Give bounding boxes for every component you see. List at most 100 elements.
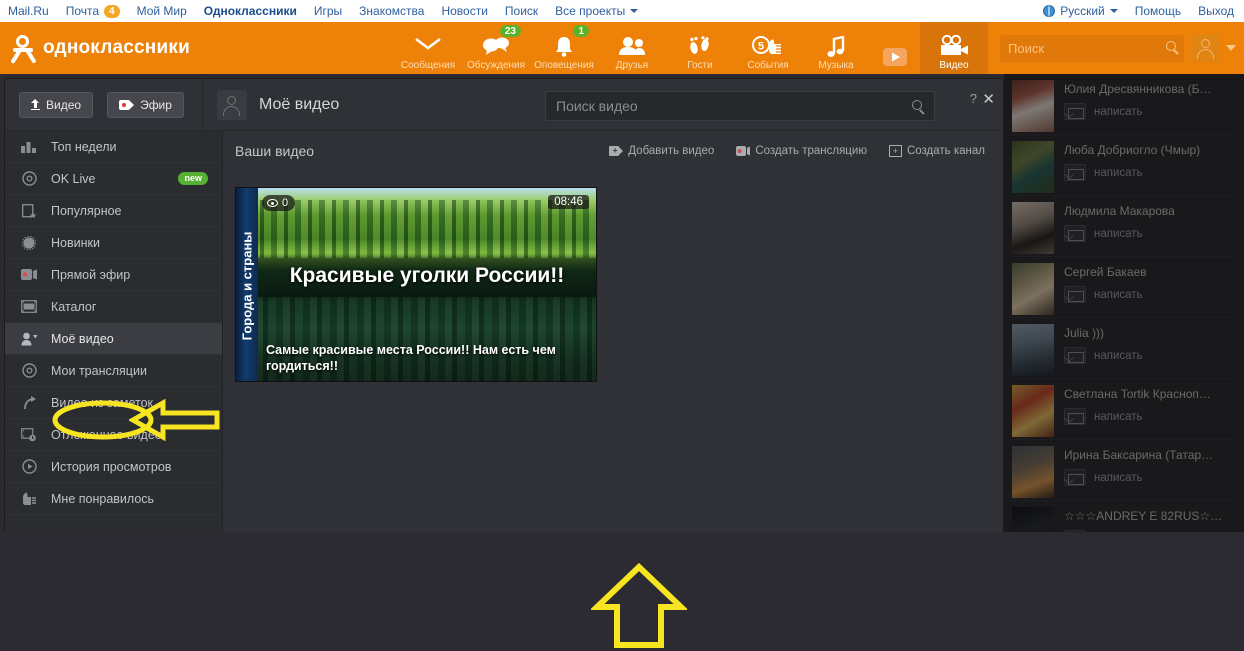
user-avatar[interactable]: [1192, 34, 1220, 62]
friend-row[interactable]: Ирина Баксарина (Татар… написать: [1004, 440, 1244, 500]
create-broadcast-button[interactable]: Создать трансляцию: [736, 145, 867, 157]
help-icon[interactable]: ?: [970, 91, 977, 106]
ok-search-placeholder: Поиск: [1008, 40, 1045, 56]
mailru-link-label: Мой Мир: [136, 4, 187, 18]
sidebar-item-live-broadcast[interactable]: Прямой эфир: [5, 259, 222, 291]
record-camera-icon: [736, 146, 751, 156]
friend-row[interactable]: ☆☆☆ANDREY E 82RUS☆… написать: [1004, 501, 1244, 532]
bell-icon: [553, 33, 575, 59]
write-message-button[interactable]: написать: [1064, 103, 1238, 120]
page-title: Моё видео: [258, 95, 340, 113]
sidebar-item-label: Прямой эфир: [51, 267, 131, 282]
notifications-count-badge: 1: [572, 24, 590, 38]
live-circle-icon: [19, 171, 39, 187]
sidebar-item-popular[interactable]: Популярное: [5, 195, 222, 227]
write-label: написать: [1094, 288, 1143, 301]
mailru-link-znakomstva[interactable]: Знакомства: [359, 4, 424, 18]
sidebar-item-label: Топ недели: [51, 139, 117, 154]
nav-item-label: Музыка: [818, 60, 854, 71]
content-title: Ваши видео: [235, 143, 315, 159]
nav-item-label: Оповещения: [534, 60, 594, 71]
nav-item-play[interactable]: [870, 22, 920, 74]
footprints-icon: [689, 33, 711, 59]
sidebar-item-top-week[interactable]: Топ недели: [5, 131, 222, 163]
video-view-count-value: 0: [282, 197, 289, 209]
sidebar-item-ok-live[interactable]: OK Live new: [5, 163, 222, 195]
sidebar-item-liked[interactable]: Мне понравилось: [5, 483, 222, 515]
write-message-button[interactable]: написать: [1064, 225, 1238, 242]
nav-item-music[interactable]: Музыка: [802, 22, 870, 74]
odnoklassniki-logo-icon: [12, 35, 34, 61]
video-search-input[interactable]: Поиск видео: [545, 91, 935, 121]
envelope-icon: [1064, 408, 1086, 425]
events-hand-icon: 5: [752, 33, 784, 59]
avatar: [1012, 507, 1054, 532]
start-stream-label: Эфир: [140, 97, 172, 112]
mailru-right-links: Русский Помощь Выход: [1043, 4, 1244, 18]
create-channel-button[interactable]: + Создать канал: [888, 145, 985, 157]
write-message-button[interactable]: написать: [1064, 408, 1238, 425]
write-message-button[interactable]: написать: [1064, 164, 1238, 181]
avatar: [1012, 80, 1054, 132]
search-icon: [912, 100, 922, 110]
mailru-link-label: Mail.Ru: [8, 4, 49, 18]
mailru-link-igry[interactable]: Игры: [314, 4, 342, 18]
mailru-link-moymir[interactable]: Мой Мир: [137, 4, 187, 18]
sidebar-item-catalog[interactable]: Каталог: [5, 291, 222, 323]
envelope-icon: [1064, 469, 1086, 486]
sidebar-item-label: Мои трансляции: [51, 363, 147, 378]
sidebar-item-watch-history[interactable]: История просмотров: [5, 451, 222, 483]
write-message-button[interactable]: написать: [1064, 347, 1238, 364]
sidebar-item-video-from-notes[interactable]: Видео из заметок: [5, 387, 222, 419]
mailru-link-all-projects[interactable]: Все проекты: [555, 4, 639, 18]
nav-item-notifications[interactable]: 1 Оповещения: [530, 22, 598, 74]
friend-row[interactable]: Люба Добриогло (Чмыр) написать: [1004, 135, 1244, 195]
nav-item-video[interactable]: Видео: [920, 22, 988, 74]
ok-search-input[interactable]: Поиск: [1000, 34, 1184, 62]
nav-item-guests[interactable]: Гости: [666, 22, 734, 74]
nav-item-discussions[interactable]: 23 Обсуждения: [462, 22, 530, 74]
nav-item-events[interactable]: 5 События: [734, 22, 802, 74]
ok-logo[interactable]: одноклассники: [0, 22, 200, 74]
nav-item-messages[interactable]: Сообщения: [394, 22, 462, 74]
friend-name: Людмила Макарова: [1064, 204, 1175, 218]
envelope-icon: [1064, 164, 1086, 181]
logout-link[interactable]: Выход: [1198, 4, 1234, 18]
filmstrip-icon: [19, 299, 39, 315]
friend-name: Julia ))): [1064, 326, 1105, 340]
envelope-icon: [1064, 347, 1086, 364]
user-menu-chevron-down-icon[interactable]: [1226, 45, 1236, 51]
friend-row[interactable]: Юлия Дресвянникова (Б… написать: [1004, 74, 1244, 134]
avatar: [1012, 385, 1054, 437]
friend-row[interactable]: Людмила Макарова написать: [1004, 196, 1244, 256]
start-stream-button[interactable]: Эфир: [107, 91, 184, 118]
friend-row[interactable]: Julia ))) написать: [1004, 318, 1244, 378]
upload-video-button[interactable]: Видео: [19, 91, 94, 118]
sidebar-item-scheduled-video[interactable]: Отложенное видео: [5, 419, 222, 451]
mailru-link-odnoklassniki[interactable]: Одноклассники: [204, 4, 297, 18]
add-video-button[interactable]: + Добавить видео: [609, 145, 714, 157]
close-icon[interactable]: ✕: [982, 90, 995, 108]
write-message-button[interactable]: написать: [1064, 469, 1238, 486]
mailru-link-mailru[interactable]: Mail.Ru: [8, 4, 49, 18]
mailru-link-poisk[interactable]: Поиск: [505, 4, 538, 18]
mailru-link-pochta[interactable]: Почта 4: [66, 4, 120, 18]
sidebar-item-my-video[interactable]: Моё видео: [5, 323, 222, 355]
help-link[interactable]: Помощь: [1135, 4, 1181, 18]
create-channel-label: Создать канал: [906, 145, 985, 157]
sidebar-item-label: Каталог: [51, 299, 97, 314]
video-app-body: Топ недели OK Live new Популярное Новинк…: [5, 131, 1003, 648]
mailru-link-novosti[interactable]: Новости: [441, 4, 487, 18]
sidebar-item-new[interactable]: Новинки: [5, 227, 222, 259]
envelope-icon: [1064, 286, 1086, 303]
language-selector[interactable]: Русский: [1043, 4, 1118, 18]
avatar: [1012, 141, 1054, 193]
friend-row[interactable]: Светлана Tortik Красноп… написать: [1004, 379, 1244, 439]
envelope-icon: [415, 33, 441, 59]
write-message-button[interactable]: написать: [1064, 286, 1238, 303]
friend-row[interactable]: Сергей Бакаев написать: [1004, 257, 1244, 317]
video-card[interactable]: Города и страны 0 08:46 Красивые уголки …: [235, 187, 597, 382]
sidebar-item-my-broadcasts[interactable]: Мои трансляции: [5, 355, 222, 387]
nav-item-friends[interactable]: Друзья: [598, 22, 666, 74]
ok-primary-nav: Сообщения 23 Обсуждения 1 Оповещения Дру…: [394, 22, 988, 74]
